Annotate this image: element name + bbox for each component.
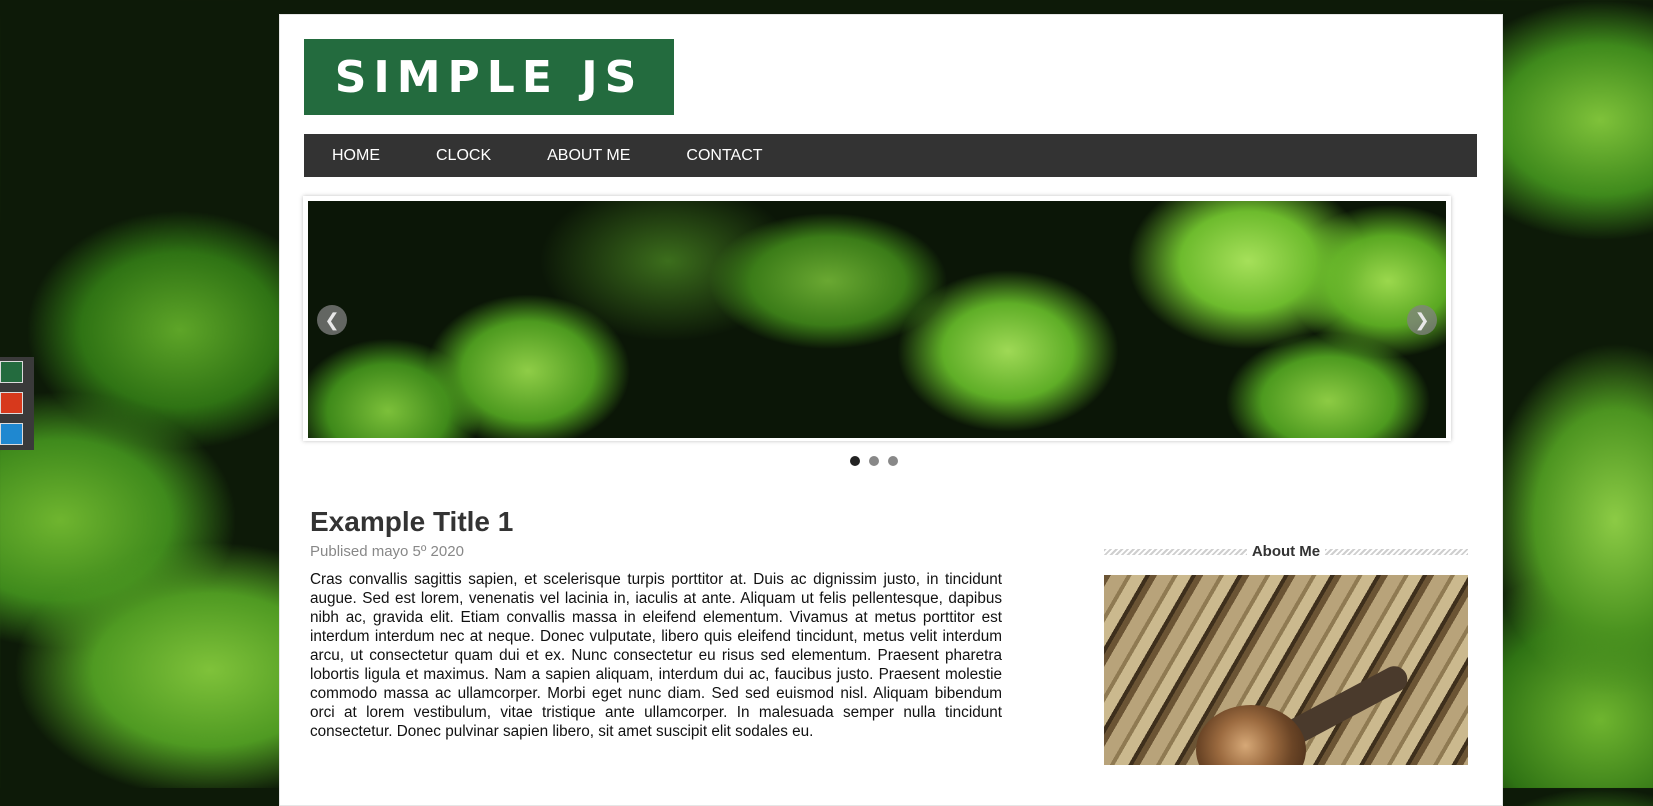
blog-post: Example Title 1 Publised mayo 5º 2020 Cr… [310,505,1002,756]
theme-swatch-blue[interactable] [0,423,23,445]
nav-contact[interactable]: CONTACT [658,134,790,177]
widget-header: About Me [1104,543,1468,561]
post-body: Cras convallis sagittis sapien, et scele… [310,571,1002,740]
nav-clock[interactable]: CLOCK [408,134,519,177]
snail-shell [1196,705,1306,765]
slide-image: ❮ ❯ [308,201,1446,438]
site-logo[interactable]: SIMPLE JS [304,39,674,115]
nav-about-me[interactable]: ABOUT ME [519,134,658,177]
nav-home[interactable]: HOME [304,134,408,177]
slider-dot[interactable] [850,456,860,466]
page-container: SIMPLE JS HOME CLOCK ABOUT ME CONTACT ❮ … [279,14,1503,806]
theme-switcher [0,357,34,450]
image-slider: ❮ ❯ [303,196,1451,441]
slider-pagination [850,456,898,466]
logo-text: SIMPLE JS [334,51,644,103]
slider-dot[interactable] [888,456,898,466]
widget-title: About Me [1246,543,1326,560]
post-title[interactable]: Example Title 1 [310,505,1002,539]
chevron-left-icon[interactable]: ❮ [317,305,347,335]
post-date: Publised mayo 5º 2020 [310,543,464,560]
about-me-image [1104,575,1468,765]
slider-dot[interactable] [869,456,879,466]
theme-swatch-red[interactable] [0,392,23,414]
sidebar: About Me [1104,543,1468,765]
chevron-right-icon[interactable]: ❯ [1407,305,1437,335]
main-nav: HOME CLOCK ABOUT ME CONTACT [304,134,1477,177]
theme-swatch-green[interactable] [0,361,23,383]
